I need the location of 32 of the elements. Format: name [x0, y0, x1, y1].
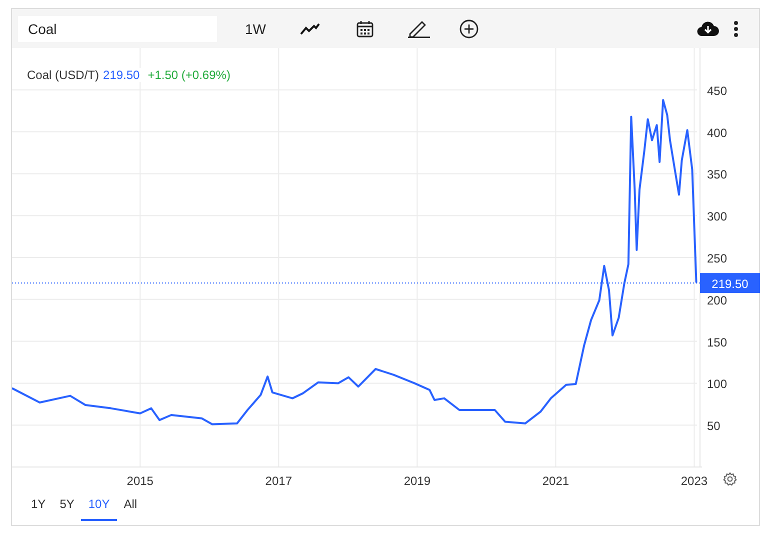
calendar-icon[interactable]: [356, 20, 374, 38]
legend-name: Coal (USD/T): [27, 68, 100, 82]
range-tab[interactable]: All: [116, 493, 144, 521]
settings-icon[interactable]: [723, 472, 737, 486]
add-icon[interactable]: [459, 18, 479, 38]
range-tab[interactable]: 5Y: [52, 493, 82, 521]
legend-change: +1.50 (+0.69%): [148, 68, 230, 82]
price-tag: 219.50: [700, 273, 760, 294]
y-axis-label: 350: [707, 168, 728, 182]
x-axis-label: 2023: [680, 474, 708, 488]
ref-line-label: 219.50: [712, 277, 749, 292]
cloud-download-icon[interactable]: [697, 21, 719, 36]
x-axis-label: 2021: [542, 474, 570, 488]
range-tab[interactable]: 1Y: [24, 493, 53, 521]
y-axis-label: 250: [707, 252, 728, 266]
y-axis-label: 200: [707, 293, 728, 308]
y-axis-label: 50: [707, 419, 720, 434]
x-axis-label: 2019: [404, 474, 431, 488]
y-axis-label: 150: [707, 335, 728, 350]
x-axis-label: 2015: [126, 474, 154, 488]
y-axis-label: 400: [707, 126, 728, 140]
y-axis-label: 450: [707, 84, 728, 98]
y-axis-label: 300: [707, 210, 728, 224]
pencil-icon[interactable]: [407, 20, 431, 38]
search-field[interactable]: Coal: [18, 16, 217, 42]
legend-price: 219.50: [103, 68, 140, 82]
y-axis-label: 100: [707, 377, 728, 392]
range-tab[interactable]: 10Y: [81, 493, 117, 521]
more-icon[interactable]: [733, 20, 739, 38]
line-chart-icon[interactable]: [300, 22, 320, 34]
x-axis-label: 2017: [265, 474, 292, 488]
interval-button[interactable]: 1W: [245, 20, 266, 36]
